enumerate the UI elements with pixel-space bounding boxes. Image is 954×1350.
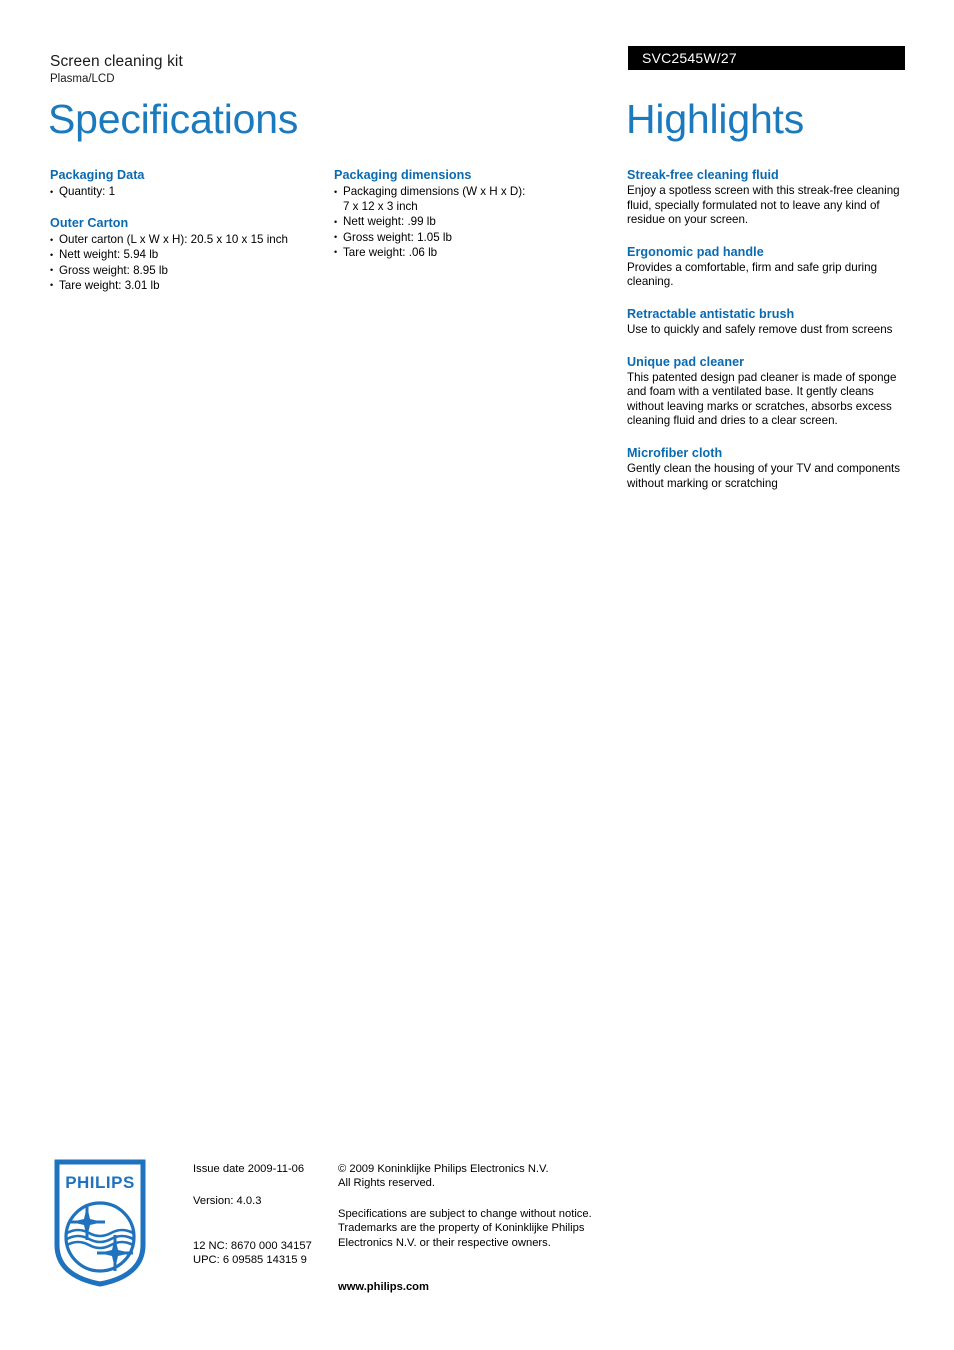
- highlight-title: Ergonomic pad handle: [627, 244, 764, 259]
- disclaimer-text: Specifications are subject to change wit…: [338, 1207, 592, 1249]
- spec-section-title: Outer Carton: [50, 216, 129, 231]
- highlight-item: Streak-free cleaning fluid Enjoy a spotl…: [627, 167, 907, 228]
- spec-list-item: Packaging dimensions (W x H x D): 7 x 12…: [334, 183, 606, 214]
- spec-list-item: Tare weight: .06 lb: [334, 244, 606, 260]
- product-name: Screen cleaning kit: [50, 53, 183, 70]
- specifications-title: Specifications: [48, 96, 299, 142]
- spec-list-item: Quantity: 1: [50, 183, 322, 199]
- spec-section-outer-carton: Outer Carton Outer carton (L x W x H): 2…: [50, 215, 322, 293]
- product-header: Screen cleaning kit Plasma/LCD: [50, 52, 570, 87]
- footer-legal-column: © 2009 Koninklijke Philips Electronics N…: [338, 1162, 608, 1294]
- issue-date: Issue date 2009-11-06: [193, 1163, 305, 1175]
- highlight-body: Provides a comfortable, firm and safe gr…: [627, 260, 878, 289]
- highlight-body: Enjoy a spotless screen with this streak…: [627, 184, 900, 227]
- twelve-nc: 12 NC: 8670 000 34157: [193, 1239, 312, 1252]
- highlights-title: Highlights: [626, 96, 805, 142]
- version: Version: 4.0.3: [193, 1195, 262, 1208]
- product-subtitle: Plasma/LCD: [50, 73, 115, 85]
- copyright-notice: © 2009 Koninklijke Philips Electronics N…: [338, 1163, 549, 1190]
- highlight-title: Streak-free cleaning fluid: [627, 168, 779, 182]
- highlight-title: Unique pad cleaner: [627, 354, 745, 369]
- highlight-title: Microfiber cloth: [627, 445, 723, 460]
- highlights-column: Streak-free cleaning fluid Enjoy a spotl…: [627, 167, 907, 491]
- spec-list-item: Gross weight: 1.05 lb: [334, 229, 606, 245]
- product-code: SVC2545W/27: [642, 50, 737, 66]
- spec-section-packaging-dimensions: Packaging dimensions Packaging dimension…: [334, 167, 606, 261]
- spec-list-item: Nett weight: 5.94 lb: [50, 247, 322, 263]
- spec-section-title: Packaging dimensions: [334, 168, 472, 182]
- highlight-body: Use to quickly and safely remove dust fr…: [627, 322, 893, 336]
- website-link[interactable]: www.philips.com: [338, 1280, 608, 1294]
- highlight-item: Unique pad cleaner This patented design …: [627, 354, 907, 429]
- spec-section-packaging-data: Packaging Data Quantity: 1: [50, 167, 322, 200]
- product-code-bar: SVC2545W/27: [628, 46, 905, 70]
- svg-text:PHILIPS: PHILIPS: [65, 1173, 135, 1192]
- spec-list-item: Outer carton (L x W x H): 20.5 x 10 x 15…: [50, 232, 322, 248]
- highlight-title: Retractable antistatic brush: [627, 306, 795, 321]
- spec-list: Quantity: 1: [50, 183, 322, 199]
- specifications-column-b: Packaging dimensions Packaging dimension…: [334, 167, 606, 261]
- highlight-item: Ergonomic pad handle Provides a comforta…: [627, 244, 907, 290]
- highlight-item: Retractable antistatic brush Use to quic…: [627, 306, 907, 338]
- philips-shield-icon: PHILIPS: [54, 1159, 146, 1287]
- highlight-body: This patented design pad cleaner is made…: [627, 370, 897, 428]
- document-page: Screen cleaning kit Plasma/LCD SVC2545W/…: [0, 0, 954, 1350]
- spec-list-item: Gross weight: 8.95 lb: [50, 262, 322, 278]
- specifications-column-a: Packaging Data Quantity: 1 Outer Carton …: [50, 167, 322, 294]
- highlight-body: Gently clean the housing of your TV and …: [627, 461, 901, 490]
- spec-list-item: Nett weight: .99 lb: [334, 214, 606, 230]
- spec-list: Packaging dimensions (W x H x D): 7 x 12…: [334, 183, 606, 260]
- philips-logo: PHILIPS: [54, 1159, 146, 1287]
- spec-list: Outer carton (L x W x H): 20.5 x 10 x 15…: [50, 232, 322, 294]
- spec-section-title: Packaging Data: [50, 168, 145, 182]
- highlight-item: Microfiber cloth Gently clean the housin…: [627, 445, 907, 491]
- footer-meta-column: Issue date 2009-11-06 Version: 4.0.3 12 …: [193, 1162, 333, 1268]
- upc: UPC: 6 09585 14315 9: [193, 1254, 307, 1267]
- spec-list-item: Tare weight: 3.01 lb: [50, 277, 322, 293]
